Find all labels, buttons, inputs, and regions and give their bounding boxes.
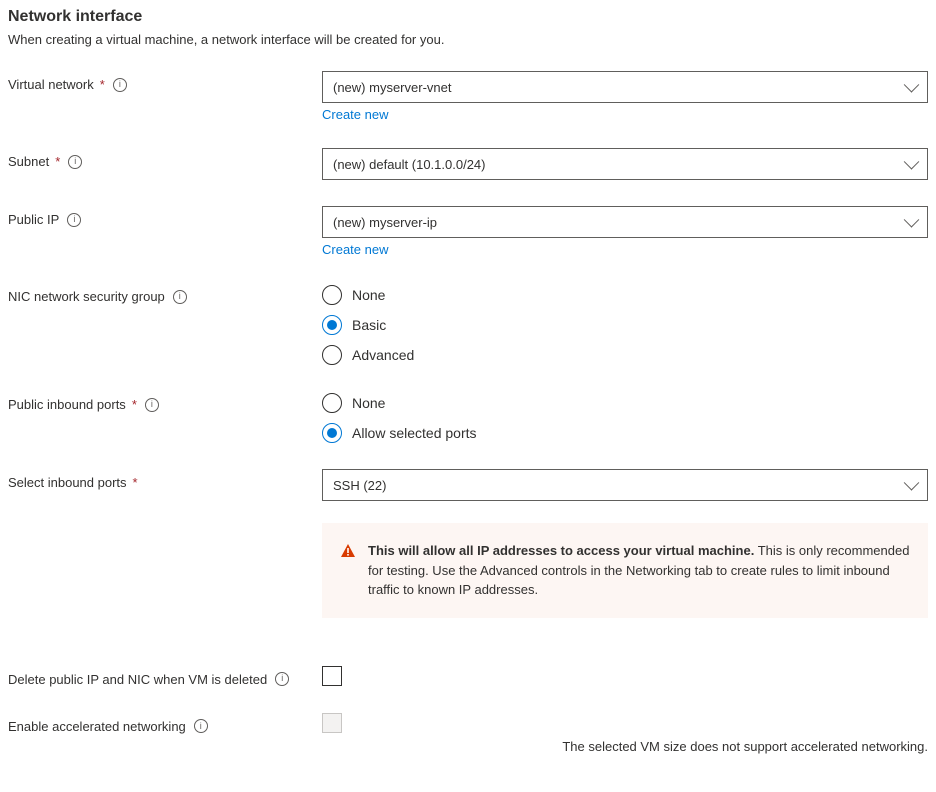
- info-icon[interactable]: i: [173, 290, 187, 304]
- radio-icon: [322, 315, 342, 335]
- label-text: Virtual network: [8, 77, 94, 92]
- label-text: Select inbound ports: [8, 475, 127, 490]
- required-asterisk: *: [100, 77, 105, 92]
- dropdown-value: (new) myserver-vnet: [333, 80, 451, 95]
- create-new-vnet-link[interactable]: Create new: [322, 107, 388, 122]
- radio-icon: [322, 393, 342, 413]
- virtual-network-label: Virtual network * i: [8, 71, 322, 92]
- info-icon[interactable]: i: [68, 155, 82, 169]
- inbound-radio-none[interactable]: None: [322, 393, 928, 413]
- radio-icon: [322, 345, 342, 365]
- info-icon[interactable]: i: [113, 78, 127, 92]
- radio-label: Allow selected ports: [352, 425, 477, 441]
- radio-label: Basic: [352, 317, 386, 333]
- warning-bold: This will allow all IP addresses to acce…: [368, 543, 754, 558]
- public-ip-label: Public IP i: [8, 206, 322, 227]
- inbound-ports-label: Public inbound ports * i: [8, 391, 322, 412]
- dropdown-value: SSH (22): [333, 478, 386, 493]
- delete-on-vm-label: Delete public IP and NIC when VM is dele…: [8, 666, 322, 687]
- required-asterisk: *: [55, 154, 60, 169]
- warning-text: This will allow all IP addresses to acce…: [368, 541, 910, 600]
- warning-icon: [340, 543, 356, 559]
- section-description: When creating a virtual machine, a netwo…: [8, 32, 928, 47]
- dropdown-value: (new) myserver-ip: [333, 215, 437, 230]
- nsg-label: NIC network security group i: [8, 283, 322, 304]
- info-icon[interactable]: i: [67, 213, 81, 227]
- inbound-radio-allow[interactable]: Allow selected ports: [322, 423, 928, 443]
- create-new-publicip-link[interactable]: Create new: [322, 242, 388, 257]
- nsg-radio-advanced[interactable]: Advanced: [322, 345, 928, 365]
- accel-networking-label: Enable accelerated networking i: [8, 713, 322, 734]
- section-title: Network interface: [8, 8, 928, 26]
- warning-message: This will allow all IP addresses to acce…: [322, 523, 928, 618]
- info-icon[interactable]: i: [275, 672, 289, 686]
- accel-networking-checkbox: [322, 713, 342, 733]
- radio-label: None: [352, 287, 385, 303]
- public-ip-dropdown[interactable]: (new) myserver-ip: [322, 206, 928, 238]
- select-ports-label: Select inbound ports *: [8, 469, 322, 490]
- required-asterisk: *: [132, 397, 137, 412]
- virtual-network-dropdown[interactable]: (new) myserver-vnet: [322, 71, 928, 103]
- label-text: Public inbound ports: [8, 397, 126, 412]
- subnet-dropdown[interactable]: (new) default (10.1.0.0/24): [322, 148, 928, 180]
- label-text: Public IP: [8, 212, 59, 227]
- accel-networking-helper: The selected VM size does not support ac…: [322, 739, 928, 754]
- radio-icon: [322, 285, 342, 305]
- radio-label: Advanced: [352, 347, 414, 363]
- label-text: Enable accelerated networking: [8, 719, 186, 734]
- radio-label: None: [352, 395, 385, 411]
- select-ports-dropdown[interactable]: SSH (22): [322, 469, 928, 501]
- delete-on-vm-checkbox[interactable]: [322, 666, 342, 686]
- required-asterisk: *: [133, 475, 138, 490]
- radio-icon: [322, 423, 342, 443]
- nsg-radio-group: None Basic Advanced: [322, 283, 928, 365]
- label-text: Subnet: [8, 154, 49, 169]
- label-text: Delete public IP and NIC when VM is dele…: [8, 672, 267, 687]
- nsg-radio-basic[interactable]: Basic: [322, 315, 928, 335]
- info-icon[interactable]: i: [145, 398, 159, 412]
- subnet-label: Subnet * i: [8, 148, 322, 169]
- inbound-ports-radio-group: None Allow selected ports: [322, 391, 928, 443]
- label-text: NIC network security group: [8, 289, 165, 304]
- info-icon[interactable]: i: [194, 719, 208, 733]
- dropdown-value: (new) default (10.1.0.0/24): [333, 157, 485, 172]
- nsg-radio-none[interactable]: None: [322, 285, 928, 305]
